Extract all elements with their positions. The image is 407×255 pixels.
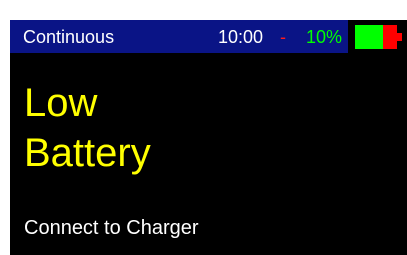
headline-low: Low xyxy=(24,81,98,125)
battery-low-segment xyxy=(383,25,397,49)
mode-label: Continuous xyxy=(23,27,115,47)
clock-time: 10:00 xyxy=(218,27,264,47)
battery-terminal xyxy=(397,33,402,41)
battery-low-icon xyxy=(355,25,402,49)
status-separator: - xyxy=(280,27,286,47)
connect-charger-message: Connect to Charger xyxy=(24,217,199,239)
battery-fill-segment xyxy=(355,25,383,49)
headline-battery: Battery xyxy=(24,131,151,175)
battery-percent: 10% xyxy=(306,27,343,47)
